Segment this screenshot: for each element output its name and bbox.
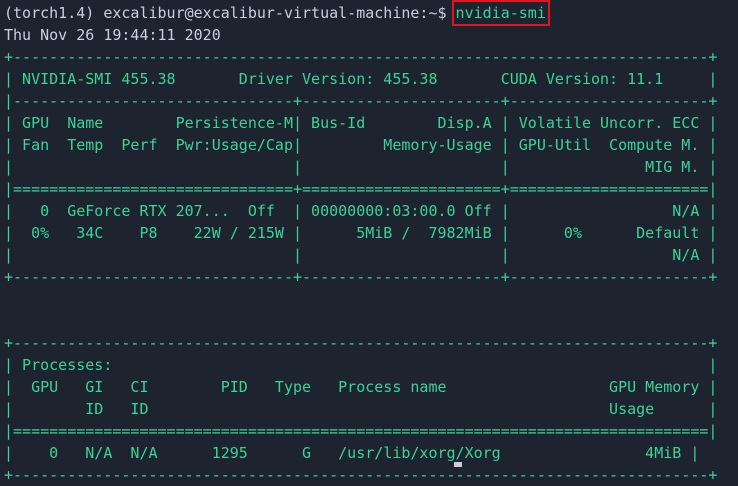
text-cursor bbox=[454, 462, 462, 467]
table-border: +-------------------------------+-------… bbox=[4, 268, 718, 286]
process-column-header: | GPU GI CI PID Type Process name GPU Me… bbox=[4, 378, 718, 396]
table-separator: |-------------------------------+-------… bbox=[4, 92, 718, 110]
table-separator: |===============================+=======… bbox=[4, 180, 718, 198]
command-nvidia-smi: nvidia-smi bbox=[451, 0, 550, 26]
gpu-row: | 0 GeForce RTX 207... Off | 00000000:03… bbox=[4, 202, 718, 220]
timestamp: Thu Nov 26 19:44:11 2020 bbox=[4, 26, 221, 44]
gpu-row: | | | N/A | bbox=[4, 246, 718, 264]
table-border: +---------------------------------------… bbox=[4, 466, 718, 484]
gpu-column-header: | Fan Temp Perf Pwr:Usage/Cap| Memory-Us… bbox=[4, 136, 718, 154]
terminal-window[interactable]: (torch1.4) excalibur@excalibur-virtual-m… bbox=[0, 0, 738, 484]
gpu-row: | 0% 34C P8 22W / 215W | 5MiB / 7982MiB … bbox=[4, 224, 718, 242]
table-border: +---------------------------------------… bbox=[4, 48, 718, 66]
process-column-header: | ID ID Usage | bbox=[4, 400, 718, 418]
version-header: | NVIDIA-SMI 455.38 Driver Version: 455.… bbox=[4, 70, 718, 88]
gpu-column-header: | | | MIG M. | bbox=[4, 158, 718, 176]
process-row: | 0 N/A N/A 1295 G /usr/lib/xorg/Xorg 4M… bbox=[4, 444, 700, 462]
table-separator: |=======================================… bbox=[4, 422, 718, 440]
gpu-column-header: | GPU Name Persistence-M| Bus-Id Disp.A … bbox=[4, 114, 718, 132]
shell-prompt: (torch1.4) excalibur@excalibur-virtual-m… bbox=[4, 4, 456, 22]
shell-prompt-line: (torch1.4) excalibur@excalibur-virtual-m… bbox=[0, 0, 738, 26]
table-border: +---------------------------------------… bbox=[4, 334, 718, 352]
processes-title: | Processes: | bbox=[4, 356, 718, 374]
